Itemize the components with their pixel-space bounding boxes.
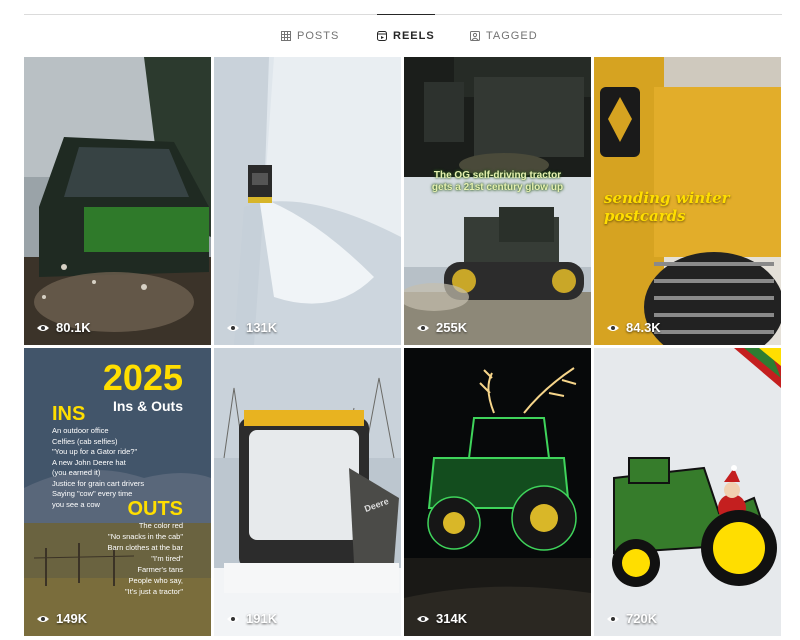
reel-caption: sending winter postcards — [604, 189, 730, 225]
outs-item: Barn clothes at the bar — [107, 543, 183, 552]
eye-icon — [227, 324, 239, 331]
ins-item: Celfies (cab selfies) — [52, 436, 118, 446]
caption-line: The OG self-driving tractor — [433, 170, 562, 181]
tracked-tractor-thumbnail — [404, 57, 591, 345]
santa-tractor-cookie-thumbnail — [594, 348, 781, 636]
eye-icon — [607, 615, 619, 622]
view-count-value: 255K — [436, 320, 468, 335]
view-count-value: 720K — [626, 611, 658, 626]
view-count-value: 131K — [246, 320, 278, 335]
snow-blower-aerial-thumbnail — [214, 57, 401, 345]
reel-tile[interactable]: Deere 191K — [214, 348, 401, 636]
view-count-value: 191K — [246, 611, 278, 626]
view-count-value: 314K — [436, 611, 468, 626]
outs-item: Farmer's tans — [137, 565, 183, 574]
gator-splash-thumbnail — [24, 57, 211, 345]
eye-icon — [37, 324, 49, 331]
eye-icon — [37, 615, 49, 622]
lit-reindeer-tractor-thumbnail — [404, 348, 591, 636]
ins-item: "You up for a Gator ride?" — [52, 447, 138, 456]
view-count-value: 80.1K — [56, 320, 91, 335]
tagged-icon — [470, 31, 480, 41]
tab-tagged[interactable]: TAGGED — [470, 15, 538, 57]
ins-item: An outdoor office — [52, 426, 109, 435]
snowy-skid-steer-thumbnail — [214, 348, 401, 636]
profile-tabs: POSTS REELS TAGGED — [0, 14, 800, 57]
tab-reels-label: REELS — [393, 30, 435, 42]
outs-item: "I'm tired" — [151, 554, 183, 563]
view-count: 314K — [416, 611, 467, 626]
outs-heading: OUTS — [127, 498, 183, 520]
eye-icon — [417, 615, 429, 622]
tab-tagged-label: TAGGED — [486, 30, 538, 42]
view-count: 255K — [416, 320, 467, 335]
outs-item: The color red — [138, 521, 183, 530]
ins-item: (you earned it) — [52, 468, 101, 477]
reels-grid: 80.1K 131K The OG self-driving tractor g… — [24, 57, 781, 636]
ins-outs-subtitle: Ins & Outs — [112, 398, 183, 414]
tab-posts-label: POSTS — [297, 30, 340, 42]
reels-icon — [377, 31, 387, 41]
eye-icon — [417, 324, 429, 331]
view-count: 80.1K — [36, 320, 91, 335]
tab-posts[interactable]: POSTS — [281, 15, 339, 57]
eye-icon — [607, 324, 619, 331]
view-count: 149K — [36, 611, 87, 626]
reel-tile[interactable]: 314K — [404, 348, 591, 636]
view-count: 191K — [226, 611, 277, 626]
outs-list: The color red "No snacks in the cab" Bar… — [108, 520, 183, 597]
caption-line: gets a 21st century glow up — [431, 182, 564, 193]
ins-item: A new John Deere hat — [52, 457, 126, 467]
view-count-value: 149K — [56, 611, 88, 626]
eye-icon — [227, 615, 239, 622]
reel-tile[interactable]: 80.1K — [24, 57, 211, 345]
ins-item: Justice for grain cart drivers — [52, 478, 145, 488]
reel-tile[interactable]: sending winter postcards 84.3K — [594, 57, 781, 345]
view-count: 84.3K — [606, 320, 661, 335]
year-heading: 2025 — [102, 357, 183, 398]
grid-icon — [281, 31, 291, 41]
outs-item: "It's just a tractor" — [124, 587, 183, 596]
reel-caption: The OG self-driving tractor gets a 21st … — [404, 170, 591, 194]
view-count-value: 84.3K — [626, 320, 661, 335]
reel-tile[interactable]: 720K — [594, 348, 781, 636]
reel-tile[interactable]: 131K — [214, 57, 401, 345]
tab-reels[interactable]: REELS — [377, 14, 435, 57]
ins-heading: INS — [52, 403, 86, 425]
outs-item: People who say, — [128, 576, 183, 585]
outs-item: "No snacks in the cab" — [108, 532, 183, 541]
reel-tile[interactable]: The OG self-driving tractor gets a 21st … — [404, 57, 591, 345]
view-count: 720K — [606, 611, 657, 626]
reel-tile[interactable]: 2025 Ins & Outs INS An outdoor office Ce… — [24, 348, 211, 636]
view-count: 131K — [226, 320, 277, 335]
